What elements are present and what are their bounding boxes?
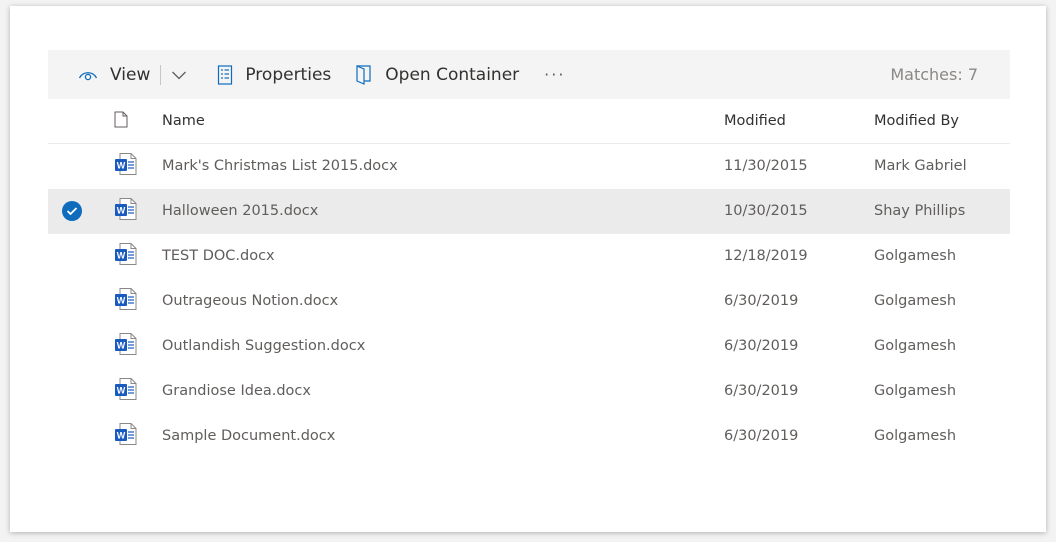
file-name[interactable]: TEST DOC.docx [162, 248, 724, 264]
checkmark-icon [62, 201, 82, 221]
modified-date: 6/30/2019 [724, 383, 799, 399]
word-doc-icon: W [114, 197, 138, 225]
table-row[interactable]: W Halloween 2015.docx 10/30/2015 Shay Phill… [48, 189, 1010, 234]
document-results-panel: View Properties Open Container ··· Match… [10, 6, 1046, 532]
svg-text:W: W [117, 161, 126, 171]
table-row[interactable]: W Grandiose Idea.docx 6/30/2019 Golgamesh [48, 369, 1010, 414]
table-row[interactable]: W Outlandish Suggestion.docx 6/30/2019 Golg… [48, 324, 1010, 369]
properties-icon [217, 64, 233, 85]
results-list: Name Modified Modified By W Mark's Christ… [48, 99, 1010, 459]
svg-text:W: W [117, 206, 126, 216]
modified-by: Golgamesh [874, 338, 957, 354]
file-name[interactable]: Outlandish Suggestion.docx [162, 338, 724, 354]
file-icon-cell: W [96, 197, 162, 225]
view-button[interactable]: View [78, 50, 150, 99]
word-doc-icon: W [114, 377, 138, 405]
file-name[interactable]: Halloween 2015.docx [162, 203, 724, 219]
modified-date: 6/30/2019 [724, 338, 799, 354]
modified-by: Golgamesh [874, 428, 957, 444]
file-name[interactable]: Grandiose Idea.docx [162, 383, 724, 399]
modified-by: Golgamesh [874, 293, 957, 309]
rows-container: W Mark's Christmas List 2015.docx 11/30/20… [48, 144, 1010, 459]
document-icon [114, 111, 128, 132]
file-icon-cell: W [96, 287, 162, 315]
file-name[interactable]: Mark's Christmas List 2015.docx [162, 158, 724, 174]
properties-button[interactable]: Properties [217, 50, 331, 99]
modified-date: 10/30/2015 [724, 203, 808, 219]
word-doc-icon: W [114, 332, 138, 360]
modified-by: Shay Phillips [874, 203, 966, 219]
svg-text:W: W [117, 386, 126, 396]
view-label: View [110, 64, 151, 85]
open-container-icon [355, 64, 373, 86]
view-dropdown-button[interactable] [171, 50, 187, 99]
modified-date: 12/18/2019 [724, 248, 808, 264]
modified-date: 11/30/2015 [724, 158, 808, 174]
name-column-header[interactable]: Name [162, 113, 724, 129]
modified-date: 6/30/2019 [724, 428, 799, 444]
file-icon-cell: W [96, 422, 162, 450]
file-name[interactable]: Sample Document.docx [162, 428, 724, 444]
word-doc-icon: W [114, 152, 138, 180]
svg-text:W: W [117, 296, 126, 306]
file-icon-cell: W [96, 152, 162, 180]
modified-date: 6/30/2019 [724, 293, 799, 309]
modified-by: Mark Gabriel [874, 158, 967, 174]
command-bar: View Properties Open Container ··· Match… [48, 50, 1010, 99]
open-container-button[interactable]: Open Container [355, 50, 519, 99]
svg-text:W: W [117, 251, 126, 261]
open-container-label: Open Container [385, 64, 520, 85]
table-row[interactable]: W TEST DOC.docx 12/18/2019 Golgamesh [48, 234, 1010, 279]
word-doc-icon: W [114, 287, 138, 315]
word-doc-icon: W [114, 242, 138, 270]
table-row[interactable]: W Outrageous Notion.docx 6/30/2019 Golgames… [48, 279, 1010, 324]
toolbar-divider [160, 64, 162, 85]
matches-count: Matches: 7 [890, 65, 978, 84]
more-icon: ··· [544, 65, 566, 84]
row-checkbox[interactable] [48, 201, 96, 221]
table-row[interactable]: W Mark's Christmas List 2015.docx 11/30/20… [48, 144, 1010, 189]
svg-text:W: W [117, 341, 126, 351]
more-options-button[interactable]: ··· [544, 50, 565, 99]
file-icon-cell: W [96, 332, 162, 360]
file-icon-cell: W [96, 242, 162, 270]
column-header-row: Name Modified Modified By [48, 99, 1010, 144]
svg-text:W: W [117, 431, 126, 441]
modified-by-column-header[interactable]: Modified By [874, 113, 1010, 129]
file-icon-cell: W [96, 377, 162, 405]
properties-label: Properties [245, 64, 332, 85]
chevron-down-icon [171, 70, 187, 80]
file-name[interactable]: Outrageous Notion.docx [162, 293, 724, 309]
eye-icon [78, 68, 98, 82]
word-doc-icon: W [114, 422, 138, 450]
modified-by: Golgamesh [874, 383, 957, 399]
table-row[interactable]: W Sample Document.docx 6/30/2019 Golgamesh [48, 414, 1010, 459]
modified-by: Golgamesh [874, 248, 957, 264]
file-type-header[interactable] [96, 111, 162, 132]
modified-column-header[interactable]: Modified [724, 113, 874, 129]
